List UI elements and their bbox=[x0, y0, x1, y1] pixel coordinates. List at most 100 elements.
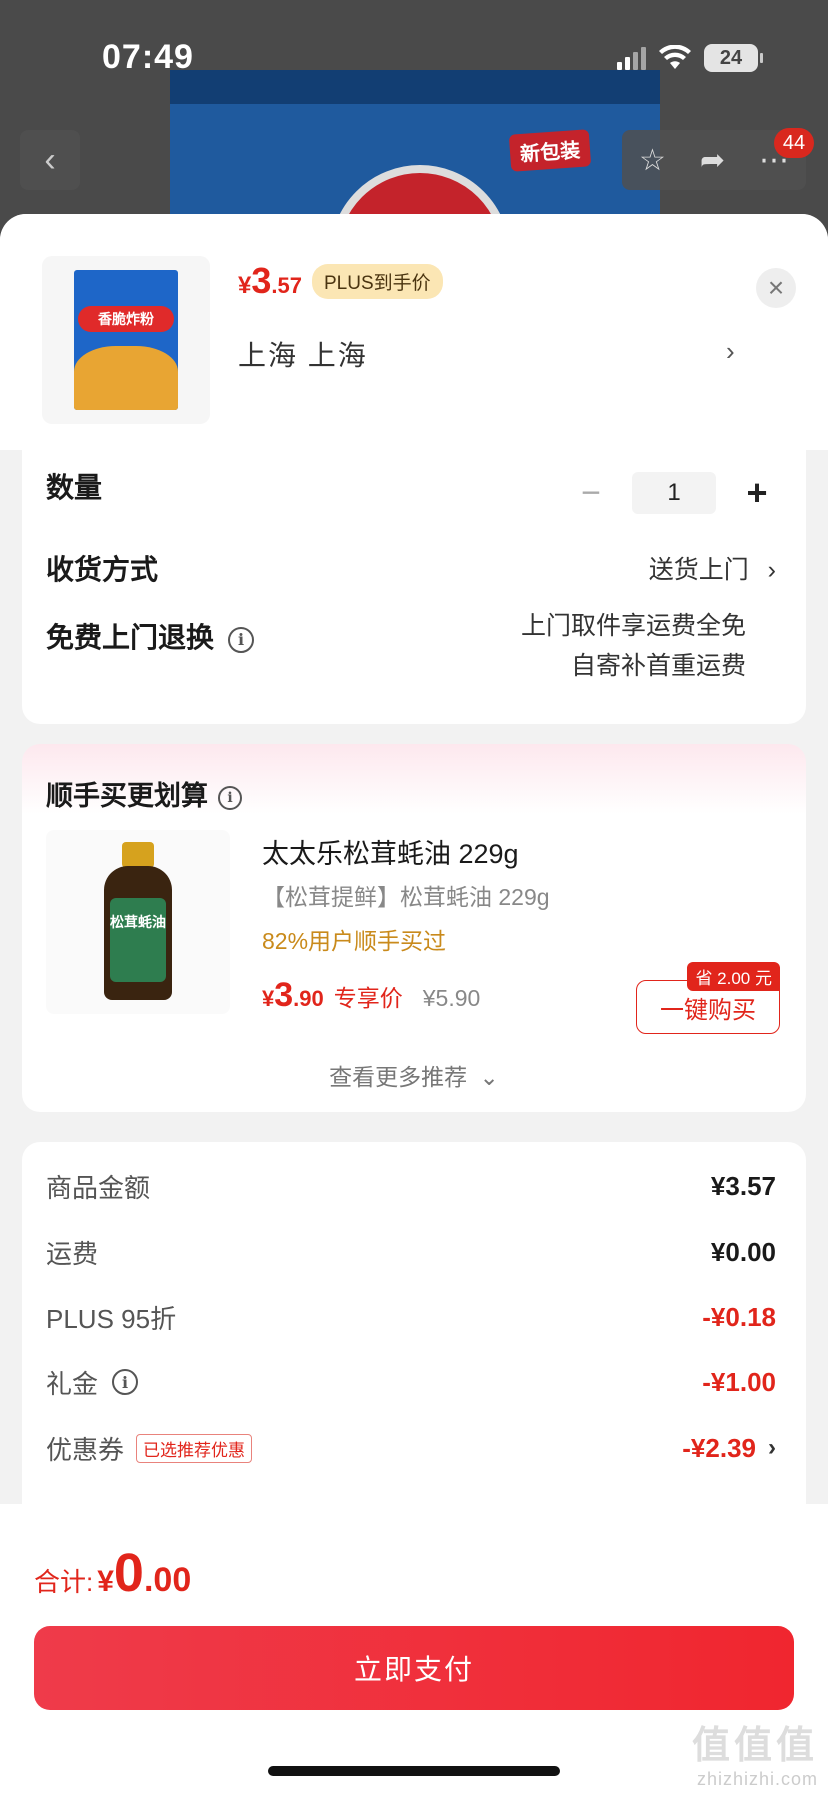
more-recommend-link[interactable]: 查看更多推荐 ⌄ bbox=[22, 1058, 806, 1092]
chevron-down-icon: ⌄ bbox=[479, 1064, 499, 1090]
fee-right: -¥2.39 › bbox=[682, 1433, 776, 1464]
fee-label: PLUS 95折 bbox=[46, 1303, 177, 1334]
info-icon[interactable]: i bbox=[112, 1369, 139, 1395]
bottle-cap bbox=[122, 842, 154, 868]
info-icon[interactable]: i bbox=[218, 785, 242, 810]
status-bar: 07:49 24 bbox=[0, 0, 828, 110]
exclusive-price-tag: 专享价 bbox=[333, 985, 403, 1011]
watermark: 值值值 zhizhizhi.com bbox=[692, 1714, 818, 1790]
bottle-image: 松茸蚝油 bbox=[96, 842, 180, 1002]
return-label-text: 免费上门退换 bbox=[46, 622, 215, 653]
recommend-card: 顺手买更划算 i 松茸蚝油 太太乐松茸蚝油 229g 【松茸提鲜】松茸蚝油 229… bbox=[22, 744, 806, 1112]
total-int: 0 bbox=[113, 1543, 144, 1603]
sheet-header: 香脆炸粉 ¥ 3 .57 PLUS到手价 上海 上海 › × bbox=[0, 214, 828, 450]
rec-price-currency: ¥ bbox=[262, 986, 275, 1011]
rec-price-int: 3 bbox=[274, 976, 294, 1014]
more-recommend-text: 查看更多推荐 bbox=[329, 1064, 468, 1090]
fee-label-text: 礼金 bbox=[46, 1368, 99, 1399]
price-currency: ¥ bbox=[238, 272, 252, 299]
status-time: 07:49 bbox=[102, 38, 194, 76]
recommend-percent: 82%用户顺手买过 bbox=[262, 928, 447, 954]
food-image bbox=[74, 346, 178, 410]
fee-label: 运费 bbox=[46, 1238, 99, 1269]
price-row: ¥ 3 .57 PLUS到手价 bbox=[238, 260, 443, 302]
product-box: 香脆炸粉 bbox=[74, 270, 178, 410]
new-package-badge: 新包装 bbox=[508, 129, 592, 172]
recommend-title-text: 顺手买更划算 bbox=[46, 781, 208, 811]
signal-icon bbox=[617, 46, 646, 70]
fee-value: -¥1.00 bbox=[702, 1366, 776, 1397]
return-value: 上门取件享运费全免 自寄补首重运费 bbox=[521, 606, 746, 686]
close-icon: × bbox=[767, 272, 785, 303]
watermark-main: 值值值 bbox=[691, 1725, 818, 1767]
one-click-buy-wrap: 省 2.00 元 一键购买 bbox=[636, 962, 780, 1034]
fee-label: 优惠券 已选推荐优惠 bbox=[46, 1430, 253, 1467]
address-selector[interactable]: 上海 上海 bbox=[238, 334, 368, 374]
checkout-sheet: 香脆炸粉 ¥ 3 .57 PLUS到手价 上海 上海 › × 数量 − 1 + … bbox=[0, 214, 828, 1796]
return-line-2: 自寄补首重运费 bbox=[570, 652, 746, 680]
fee-label-text: 优惠券 bbox=[46, 1434, 125, 1465]
return-label: 免费上门退换 i bbox=[46, 616, 255, 656]
recommend-price: ¥ 3 .90 bbox=[262, 976, 324, 1015]
fee-row-shipping: 运费 ¥0.00 bbox=[46, 1232, 776, 1272]
fee-row-coupon[interactable]: 优惠券 已选推荐优惠 -¥2.39 › bbox=[46, 1428, 776, 1468]
recommend-subtitle: 【松茸提鲜】松茸蚝油 229g bbox=[262, 884, 550, 910]
pay-now-button[interactable]: 立即支付 bbox=[34, 1626, 794, 1710]
total-label: 合计: bbox=[34, 1567, 94, 1597]
chevron-right-icon: › bbox=[768, 1434, 776, 1461]
rec-price-dec: .90 bbox=[293, 986, 324, 1011]
coupon-selected-tag: 已选推荐优惠 bbox=[136, 1433, 253, 1463]
fee-value: ¥3.57 bbox=[710, 1170, 776, 1201]
quantity-value[interactable]: 1 bbox=[632, 472, 716, 514]
recommend-thumbnail[interactable]: 松茸蚝油 bbox=[46, 830, 230, 1014]
fee-value: -¥2.39 bbox=[682, 1432, 756, 1463]
decrease-button[interactable]: − bbox=[576, 474, 606, 513]
product-thumbnail: 香脆炸粉 bbox=[42, 256, 210, 424]
total-dec: .00 bbox=[143, 1561, 192, 1599]
watermark-sub: zhizhizhi.com bbox=[696, 1769, 818, 1789]
fee-value: -¥0.18 bbox=[702, 1301, 776, 1332]
fees-card: 商品金额 ¥3.57 运费 ¥0.00 PLUS 95折 -¥0.18 礼金 i… bbox=[22, 1142, 806, 1542]
chevron-left-icon: ‹ bbox=[44, 140, 56, 179]
fee-label: 商品金额 bbox=[46, 1172, 151, 1203]
price-int: 3 bbox=[251, 260, 272, 301]
chevron-right-icon[interactable]: › bbox=[726, 336, 735, 367]
increase-button[interactable]: + bbox=[742, 472, 772, 514]
delivery-value-text: 送货上门 bbox=[648, 556, 749, 584]
battery-icon: 24 bbox=[704, 44, 763, 72]
checkout-footer: 合计: ¥ 0 .00 立即支付 值值值 zhizhizhi.com bbox=[0, 1504, 828, 1796]
options-card: 数量 − 1 + 收货方式 送货上门 › 免费上门退换 i 上门取件享运费全免 自… bbox=[22, 450, 806, 724]
status-icons: 24 bbox=[617, 44, 763, 72]
star-icon[interactable]: ☆ bbox=[639, 143, 666, 178]
price-dec: .57 bbox=[271, 273, 302, 298]
quantity-stepper: − 1 + bbox=[576, 472, 772, 514]
message-count-badge: 44 bbox=[774, 128, 814, 158]
save-tag: 省 2.00 元 bbox=[687, 962, 780, 991]
thumb-label: 香脆炸粉 bbox=[78, 306, 174, 332]
fee-row-gift: 礼金 i -¥1.00 bbox=[46, 1362, 776, 1402]
quantity-label: 数量 bbox=[46, 472, 103, 503]
recommend-price-row: ¥ 3 .90 专享价 ¥5.90 bbox=[262, 976, 480, 1015]
back-button[interactable]: ‹ bbox=[20, 130, 80, 190]
product-price: ¥ 3 .57 bbox=[238, 260, 302, 302]
total-amount: 合计: ¥ 0 .00 bbox=[34, 1542, 191, 1604]
fee-value: ¥0.00 bbox=[710, 1236, 776, 1267]
home-indicator bbox=[268, 1766, 560, 1776]
delivery-label: 收货方式 bbox=[46, 554, 159, 585]
return-line-1: 上门取件享运费全免 bbox=[520, 612, 746, 640]
fee-row-plus-discount: PLUS 95折 -¥0.18 bbox=[46, 1297, 776, 1337]
plus-price-tag: PLUS到手价 bbox=[311, 263, 443, 299]
delivery-value[interactable]: 送货上门 › bbox=[649, 550, 776, 586]
share-icon[interactable]: ➦ bbox=[700, 143, 725, 178]
recommend-title: 顺手买更划算 i bbox=[46, 774, 242, 813]
close-button[interactable]: × bbox=[756, 268, 796, 308]
bottle-label: 松茸蚝油 bbox=[110, 898, 166, 982]
total-currency: ¥ bbox=[97, 1565, 114, 1598]
info-icon[interactable]: i bbox=[228, 626, 255, 653]
fee-row-goods: 商品金额 ¥3.57 bbox=[46, 1166, 776, 1206]
original-price: ¥5.90 bbox=[422, 985, 481, 1011]
recommend-name[interactable]: 太太乐松茸蚝油 229g bbox=[262, 832, 519, 871]
fee-label: 礼金 i bbox=[46, 1364, 139, 1401]
wifi-icon bbox=[659, 45, 691, 69]
chevron-right-icon: › bbox=[767, 556, 776, 584]
